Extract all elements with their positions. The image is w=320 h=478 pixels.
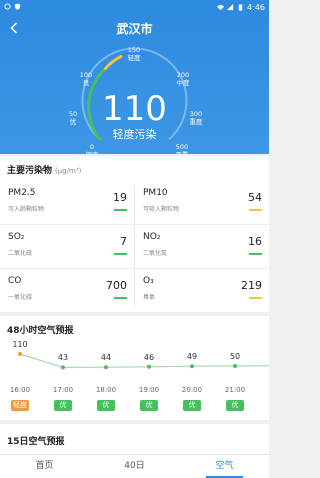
pollutant-o3[interactable]: O₃ 臭氧 219 xyxy=(135,270,269,310)
pollutant-desc: 一氧化碳 xyxy=(8,294,33,301)
pollutant-level-bar xyxy=(249,209,262,211)
tick-label-50: 优 xyxy=(70,117,77,126)
hourly-level-badge: 优 xyxy=(140,400,158,411)
hourly-aqi-value: 46 xyxy=(143,352,155,362)
hourly-level-badge: 优 xyxy=(54,400,72,411)
daily-forecast-title: 15日空气预报 xyxy=(7,437,65,447)
pollutant-desc: 可吸入颗粒物 xyxy=(143,206,180,213)
hourly-level-badge: 轻度 xyxy=(11,400,29,411)
pollutant-value: 219 xyxy=(241,279,262,292)
shield-icon xyxy=(14,3,21,10)
bottom-tab-bar: 首页 40日 空气 xyxy=(0,454,269,478)
pollutant-pm10[interactable]: PM10 可吸入颗粒物 54 xyxy=(135,182,269,222)
aqi-hero: 武汉市 0 健康 50 优 100 良 150 轻度 200 中度 300 重度… xyxy=(0,16,269,154)
hourly-aqi-value: 110 xyxy=(12,340,28,349)
row-divider xyxy=(0,268,269,269)
hourly-aqi-value: 50 xyxy=(229,352,241,361)
tick-label-200: 中度 xyxy=(177,78,191,87)
hourly-level-badge: 优 xyxy=(183,400,201,411)
hourly-forecast-panel[interactable]: 48小时空气预报 110 16:00 轻度 43 17:00 优 44 18:00 优 46 19:… xyxy=(0,316,269,420)
tick-label-0: 健康 xyxy=(86,150,100,154)
tick-value-200: 200 xyxy=(177,71,189,79)
tick-value-300: 300 xyxy=(190,110,202,118)
pollutant-name: CO xyxy=(8,276,22,286)
daily-forecast-panel[interactable]: 15日空气预报 xyxy=(0,424,269,454)
hourly-time: 18:00 xyxy=(95,386,117,394)
hourly-level-badge: 优 xyxy=(97,400,115,411)
pollutant-level-bar xyxy=(114,253,127,255)
pollutant-name: PM10 xyxy=(143,188,168,198)
hourly-point xyxy=(104,365,108,370)
pollutant-desc: 二氧化氮 xyxy=(143,250,168,257)
pollutant-name: SO₂ xyxy=(8,232,25,242)
status-left-icons xyxy=(4,3,21,10)
tick-value-50: 50 xyxy=(69,110,77,118)
pollutant-level-bar xyxy=(249,253,262,255)
pollutant-co[interactable]: CO 一氧化碳 700 xyxy=(0,270,134,310)
status-bar: 4:46 xyxy=(0,0,269,16)
hourly-point xyxy=(190,364,194,369)
status-time: 4:46 xyxy=(247,3,265,12)
tab-home[interactable]: 首页 xyxy=(0,455,89,478)
hourly-point xyxy=(147,364,151,369)
pollutants-panel: 主要污染物 (μg/m³) PM2.5 可入肺颗粒物 19 PM10 可吸入颗粒物… xyxy=(0,156,269,312)
hourly-aqi-value: 49 xyxy=(186,352,198,362)
pollutant-desc: 二氧化硫 xyxy=(8,250,33,257)
pollutant-value: 7 xyxy=(120,235,127,248)
pollutant-desc: 可入肺颗粒物 xyxy=(8,206,45,213)
hourly-time: 17:00 xyxy=(52,386,74,394)
hourly-time: 16:00 xyxy=(9,386,31,394)
pollutant-name: PM2.5 xyxy=(8,188,36,198)
hourly-point xyxy=(18,352,22,356)
pollutant-value: 19 xyxy=(113,191,127,204)
hourly-time: 21:00 xyxy=(224,386,246,394)
pollutants-title-text: 主要污染物 xyxy=(7,166,53,176)
tick-label-100: 良 xyxy=(83,78,90,87)
pollutant-value: 16 xyxy=(248,235,262,248)
tick-label-150: 轻度 xyxy=(128,53,142,62)
tick-value-100: 100 xyxy=(80,71,92,79)
battery-icon xyxy=(238,4,243,11)
tab-air[interactable]: 空气 xyxy=(180,455,269,478)
tick-value-500: 500 xyxy=(176,143,188,151)
pollutant-value: 54 xyxy=(248,191,262,204)
pollutant-value: 700 xyxy=(106,279,127,292)
pollutant-name: O₃ xyxy=(143,276,154,286)
pollutant-desc: 臭氧 xyxy=(143,294,156,301)
aqi-gauge: 0 健康 50 优 100 良 150 轻度 200 中度 300 重度 500… xyxy=(69,46,204,154)
tick-label-300: 重度 xyxy=(190,117,204,126)
tick-label-500: 严重 xyxy=(176,151,190,154)
hourly-aqi-value: 43 xyxy=(57,353,69,363)
pollutant-name: NO₂ xyxy=(143,232,161,242)
hourly-time: 20:00 xyxy=(181,386,203,394)
pollutants-unit: (μg/m³) xyxy=(55,167,82,175)
pollutant-level-bar xyxy=(114,297,127,299)
pollutant-no2[interactable]: NO₂ 二氧化氮 16 xyxy=(135,226,269,266)
pollutants-title: 主要污染物 (μg/m³) xyxy=(7,163,81,176)
notification-icon xyxy=(4,3,11,10)
pollutant-level-bar xyxy=(114,209,127,211)
hourly-point xyxy=(61,365,65,370)
gauge-arc-moderate xyxy=(103,55,123,70)
aqi-value: 110 xyxy=(102,89,167,129)
tab-40-days[interactable]: 40日 xyxy=(90,455,179,478)
row-divider xyxy=(0,224,269,225)
status-right-icons: 4:46 xyxy=(217,3,265,12)
tick-value-0: 0 xyxy=(90,143,94,151)
hourly-aqi-value: 44 xyxy=(100,353,112,363)
pollutant-so2[interactable]: SO₂ 二氧化硫 7 xyxy=(0,226,134,266)
wifi-icon xyxy=(217,4,225,11)
aqi-level: 轻度污染 xyxy=(113,127,157,141)
pollutant-level-bar xyxy=(249,297,262,299)
hourly-point xyxy=(233,364,237,368)
pollutant-pm25[interactable]: PM2.5 可入肺颗粒物 19 xyxy=(0,182,134,222)
hourly-time: 19:00 xyxy=(138,386,160,394)
hourly-level-badge: 优 xyxy=(226,400,244,411)
signal-icon xyxy=(227,4,234,11)
tick-value-150: 150 xyxy=(128,46,140,54)
